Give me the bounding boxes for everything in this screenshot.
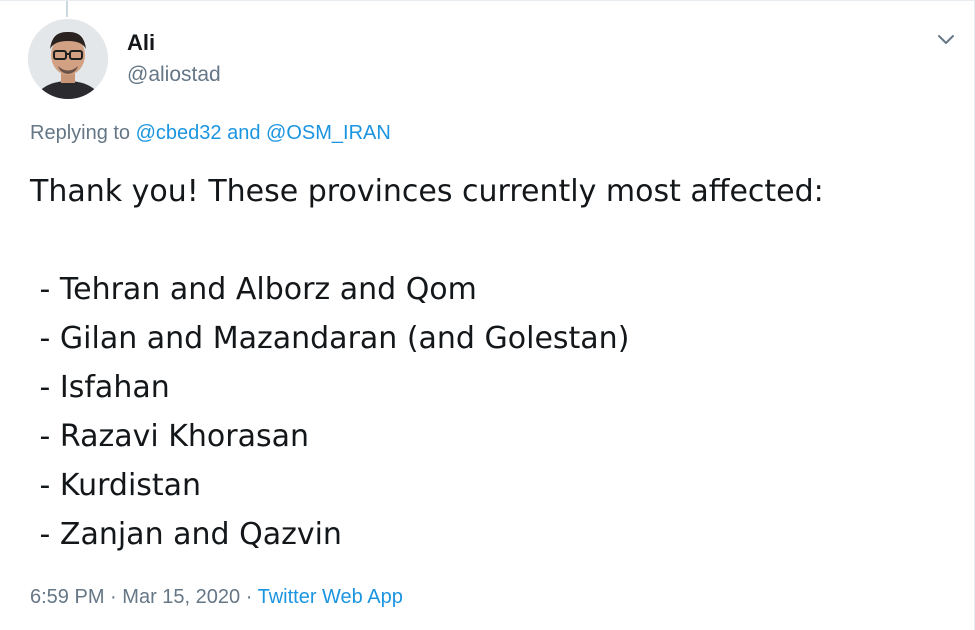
tweet-card: Ali @aliostad Replying to @cbed32 and @O… (0, 0, 975, 630)
tweet-text-line: - Tehran and Alborz and Qom (30, 272, 477, 307)
mention-conjunction[interactable]: and (227, 122, 260, 144)
author-display-name[interactable]: Ali (127, 29, 155, 57)
tweet-time[interactable]: 6:59 PM (30, 586, 104, 608)
author-handle[interactable]: @aliostad (127, 61, 221, 89)
avatar-image (28, 19, 108, 99)
tweet-metadata: 6:59 PM · Mar 15, 2020 · Twitter Web App (30, 583, 403, 611)
tweet-date[interactable]: Mar 15, 2020 (122, 586, 240, 608)
mention-link[interactable]: @OSM_IRAN (266, 122, 391, 144)
meta-separator: · (245, 586, 253, 608)
tweet-text-line: - Zanjan and Qazvin (30, 517, 342, 552)
thread-connector-line (66, 1, 68, 17)
tweet-text-line (30, 216, 960, 265)
tweet-text-line: - Razavi Khorasan (30, 419, 310, 454)
tweet-text-line: Thank you! These provinces currently mos… (30, 174, 824, 209)
tweet-source-link[interactable]: Twitter Web App (258, 586, 403, 608)
replying-prefix: Replying to (30, 122, 131, 144)
replying-to: Replying to @cbed32 and @OSM_IRAN (30, 119, 391, 147)
tweet-text-line: - Kurdistan (30, 468, 202, 503)
mention-link[interactable]: @cbed32 (136, 122, 222, 144)
meta-separator: · (110, 586, 117, 608)
tweet-text-line: - Isfahan (30, 370, 170, 405)
chevron-down-icon[interactable] (932, 27, 960, 51)
tweet-text: Thank you! These provinces currently mos… (30, 167, 960, 559)
avatar[interactable] (28, 19, 108, 99)
tweet-text-line: - Gilan and Mazandaran (and Golestan) (30, 321, 630, 356)
